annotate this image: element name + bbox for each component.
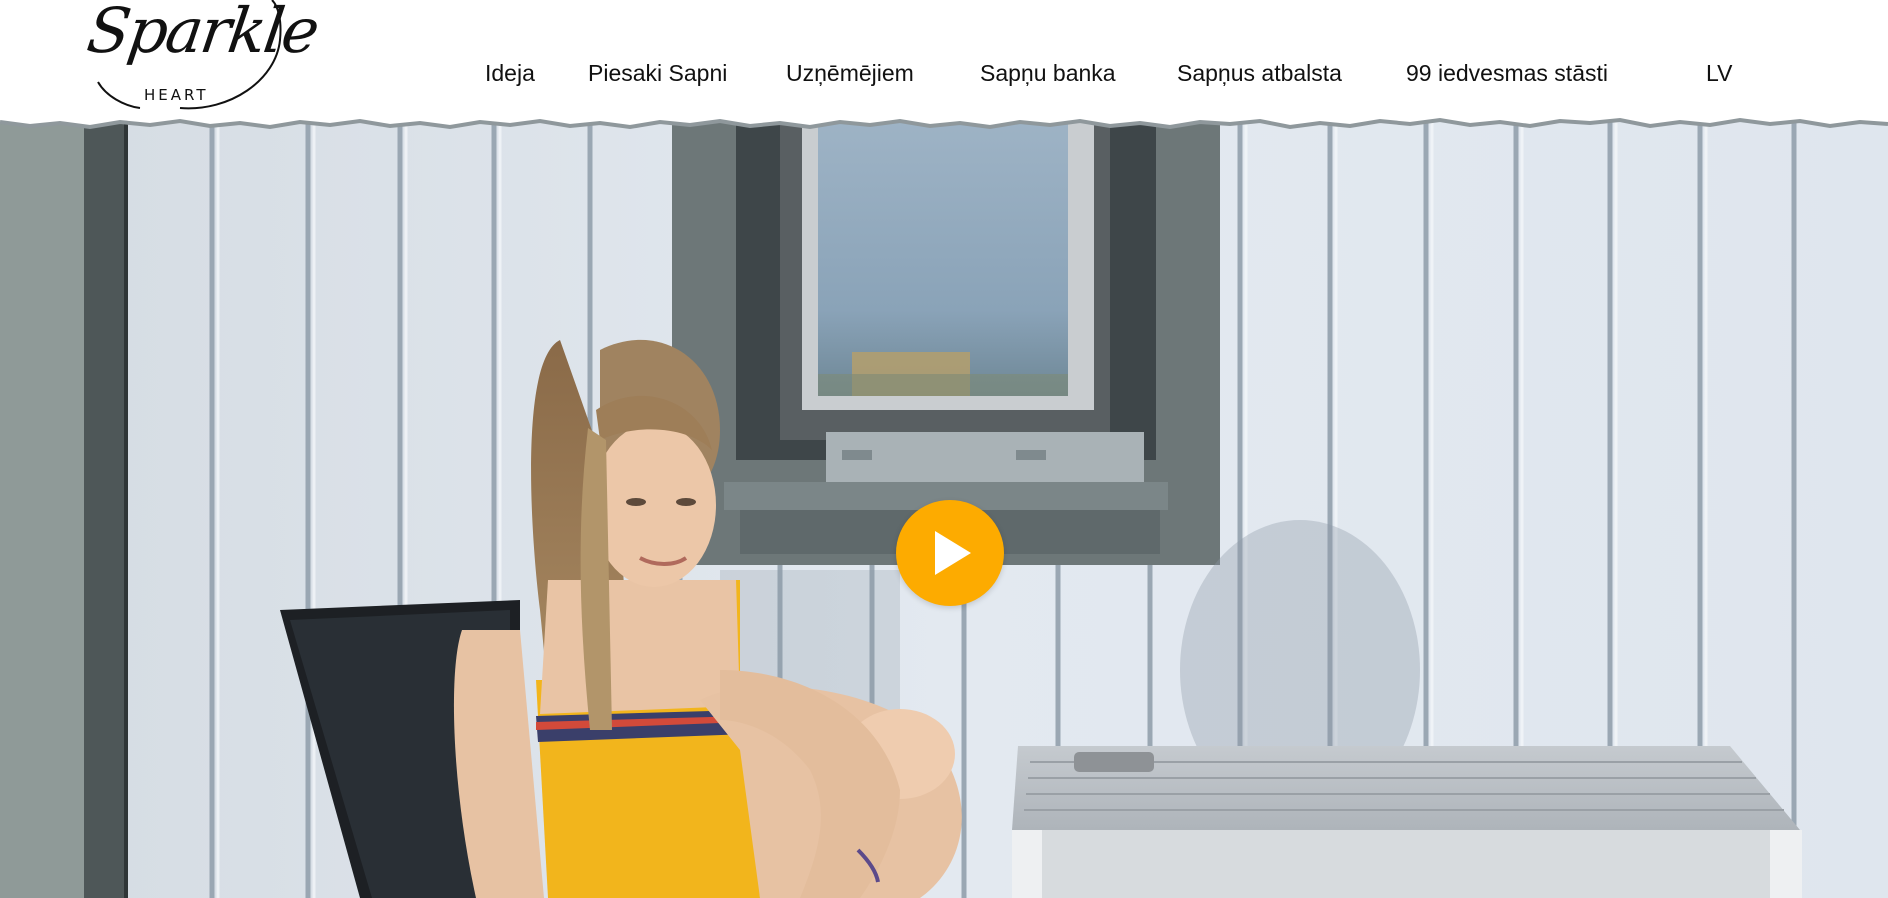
page: Sparkle HEART Ideja Piesaki Sapni Uzņēmē… (0, 0, 1888, 898)
nav-item-iedvesmas-stasti[interactable]: 99 iedvesmas stāsti (1406, 58, 1608, 88)
nav-item-sapnus-atbalsta[interactable]: Sapņus atbalsta (1177, 58, 1342, 88)
site-header: Sparkle HEART Ideja Piesaki Sapni Uzņēmē… (0, 0, 1888, 150)
main-nav: Ideja Piesaki Sapni Uzņēmējiem Sapņu ban… (0, 58, 1888, 88)
nav-item-piesaki-sapni[interactable]: Piesaki Sapni (588, 58, 727, 88)
nav-item-ideja[interactable]: Ideja (485, 58, 535, 88)
play-icon (935, 531, 971, 575)
video-play-button[interactable] (896, 500, 1004, 606)
language-switcher[interactable]: LV (1706, 58, 1732, 88)
nav-item-sapnu-banka[interactable]: Sapņu banka (980, 58, 1116, 88)
logo-wordmark: Sparkle (82, 0, 323, 67)
nav-item-uznemejiem[interactable]: Uzņēmējiem (786, 58, 914, 88)
logo-subtext: HEART (144, 86, 209, 104)
